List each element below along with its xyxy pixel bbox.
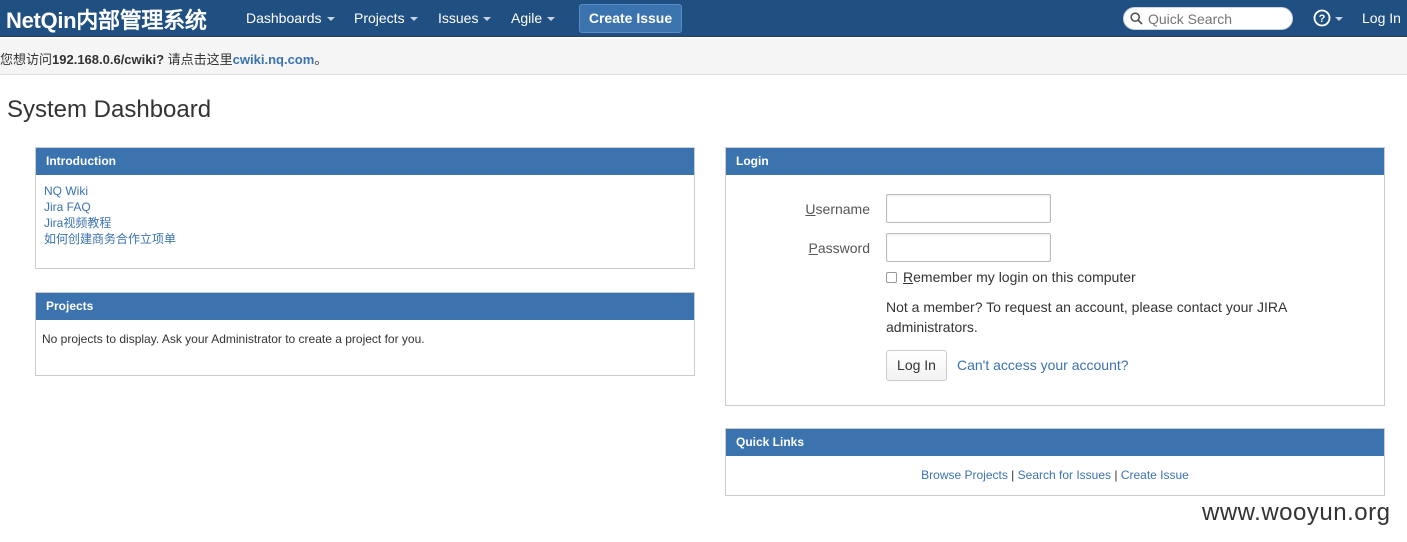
username-field[interactable]: [886, 194, 1051, 223]
jira-video-tutorial-link[interactable]: Jira视频教程: [44, 215, 686, 231]
password-label: Password: [808, 240, 870, 256]
notice-text: 您想访问192.168.0.6/cwiki? 请点击这里cwiki.nq.com…: [0, 52, 328, 67]
nav-projects[interactable]: Projects: [354, 10, 418, 26]
page-title: System Dashboard: [7, 96, 212, 123]
quick-links-body: Browse Projects | Search for Issues | Cr…: [726, 456, 1384, 482]
projects-empty-message: No projects to display. Ask your Adminis…: [42, 332, 425, 346]
nav-agile[interactable]: Agile: [511, 10, 556, 26]
login-button[interactable]: Log In: [886, 350, 947, 381]
username-label: Username: [805, 201, 870, 217]
search-icon: [1130, 12, 1143, 25]
password-field[interactable]: [886, 233, 1051, 262]
chevron-down-icon: [547, 17, 556, 22]
introduction-panel-title: Introduction: [36, 148, 694, 175]
chevron-down-icon: [1335, 17, 1343, 21]
search-issues-link[interactable]: Search for Issues: [1018, 468, 1111, 482]
quick-links-panel-title: Quick Links: [726, 429, 1384, 456]
nav-issues[interactable]: Issues: [438, 10, 492, 26]
jira-faq-link[interactable]: Jira FAQ: [44, 199, 686, 215]
quick-links-panel: Quick Links Browse Projects | Search for…: [725, 428, 1385, 496]
quick-search-box[interactable]: [1123, 7, 1293, 30]
browse-projects-link[interactable]: Browse Projects: [921, 468, 1008, 482]
nav-dashboards[interactable]: Dashboards: [246, 10, 335, 26]
remember-me-checkbox[interactable]: [886, 272, 897, 283]
chevron-down-icon: [483, 17, 492, 22]
login-panel-title: Login: [726, 148, 1384, 175]
projects-panel-title: Projects: [36, 293, 694, 320]
watermark: www.wooyun.org: [1202, 499, 1391, 526]
login-panel: Login Username Password Remember my logi…: [725, 147, 1385, 406]
header-login-link[interactable]: Log In: [1362, 10, 1401, 26]
cwiki-link[interactable]: cwiki.nq.com: [233, 52, 315, 67]
top-navigation-bar: NetQin内部管理系统 Dashboards Projects Issues …: [0, 0, 1407, 37]
create-issue-button[interactable]: Create Issue: [579, 4, 682, 33]
quick-search-input[interactable]: [1148, 10, 1288, 27]
nq-wiki-link[interactable]: NQ Wiki: [44, 183, 686, 199]
projects-panel: Projects No projects to display. Ask you…: [35, 292, 695, 376]
separator: |: [1111, 468, 1121, 482]
introduction-panel-body: NQ Wiki Jira FAQ Jira视频教程 如何创建商务合作立项单: [36, 175, 694, 255]
cant-access-account-link[interactable]: Can't access your account?: [957, 357, 1129, 373]
create-issue-link[interactable]: Create Issue: [1121, 468, 1189, 482]
app-logo[interactable]: NetQin内部管理系统: [6, 3, 207, 35]
not-member-text: Not a member? To request an account, ple…: [886, 299, 1287, 335]
remember-me[interactable]: Remember my login on this computer: [886, 269, 1136, 285]
chevron-down-icon: [409, 17, 418, 22]
notice-banner: 您想访问192.168.0.6/cwiki? 请点击这里cwiki.nq.com…: [0, 38, 1407, 75]
help-icon[interactable]: ?: [1313, 9, 1331, 27]
business-project-guide-link[interactable]: 如何创建商务合作立项单: [44, 231, 686, 247]
separator: |: [1007, 468, 1018, 482]
chevron-down-icon: [326, 17, 335, 22]
svg-text:?: ?: [1319, 13, 1326, 25]
introduction-panel: Introduction NQ Wiki Jira FAQ Jira视频教程 如…: [35, 147, 695, 269]
